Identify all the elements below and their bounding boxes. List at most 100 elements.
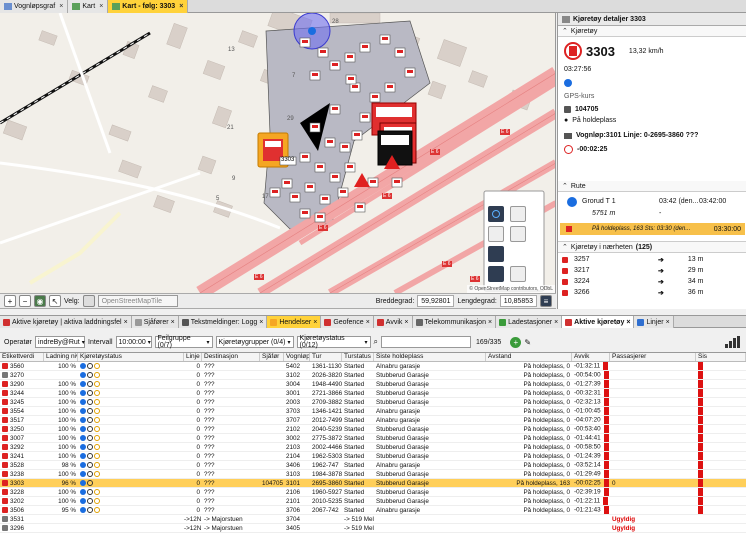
column-header[interactable]: Avstand (486, 353, 572, 361)
route-current-row[interactable]: På holdeplass, 163 Sts: 03:30 (den... 03… (560, 223, 745, 235)
table-row[interactable]: 3506 95 % 0??? 3706 2067-742 Started Alnabru g… (0, 506, 746, 515)
kjoretoystatus-select[interactable]: Kjøretøystatus (0/12) ▾ (296, 335, 371, 349)
layer-select[interactable]: OpenStreetMapTile (97, 295, 178, 307)
close-icon[interactable]: × (171, 319, 175, 326)
table-row[interactable]: 3290 100 % 0??? 3004 1948-4490 Started Stubber… (0, 380, 746, 389)
table-row[interactable]: 3292 100 % 0??? 2103 2002-4466 Started Stubber… (0, 443, 746, 452)
table-row[interactable]: 3296 ->12N-> Majorstuen 3405 -> 519 Mellom U… (0, 524, 746, 533)
table-row[interactable]: 3303 96 % 0??? 104705 3101 2695-3860 Started St… (0, 479, 746, 488)
search-input[interactable] (381, 336, 472, 348)
map-tool-panel (488, 206, 540, 282)
bottom-tab[interactable]: Linjer × (634, 316, 674, 328)
bottom-tab[interactable]: Hendelser × (267, 316, 322, 328)
bottom-tab[interactable]: Avvik × (373, 316, 413, 328)
cell-avstand: På holdeplass, 0 (486, 390, 572, 397)
chevron-up-icon[interactable]: ⌃ (562, 182, 568, 190)
chevron-up-icon[interactable]: ⌃ (562, 27, 568, 35)
close-icon[interactable]: × (179, 3, 183, 10)
close-icon[interactable]: × (626, 319, 630, 326)
column-header[interactable]: Tur (310, 353, 342, 361)
chevron-up-icon[interactable]: ⌃ (562, 243, 568, 251)
driver-id: 104705 (575, 106, 599, 113)
column-header[interactable]: Avvik (572, 353, 610, 361)
globe-button[interactable]: ◉ (34, 295, 46, 307)
close-icon[interactable]: × (404, 319, 408, 326)
layers-tool-icon[interactable] (510, 266, 526, 282)
column-header[interactable]: Destinasjon (202, 353, 260, 361)
zoom-in-button[interactable]: + (4, 295, 16, 307)
close-icon[interactable]: × (124, 319, 128, 326)
tab-vognlopsgraf[interactable]: Vognløpsgraf × (0, 0, 69, 13)
section-route[interactable]: ⌃ Rute (558, 181, 746, 192)
close-icon[interactable]: × (59, 3, 63, 10)
close-icon[interactable]: × (666, 319, 670, 326)
search-tool-icon[interactable] (510, 226, 526, 242)
nearby-row[interactable]: 3224 ➔ 34 m (562, 276, 742, 287)
column-header[interactable]: Sis (696, 353, 746, 361)
bottom-tab[interactable]: Telekommunikasjon × (412, 316, 497, 328)
table-row[interactable]: 3554 100 % 0??? 3703 1346-1421 Started Alnabru… (0, 407, 746, 416)
interval-select[interactable]: 10:00:00 ▾ (115, 336, 152, 348)
nearby-row[interactable]: 3217 ➔ 29 m (562, 265, 742, 276)
table-row[interactable]: 3238 100 % 0??? 3103 1984-3878 Started Stubber… (0, 470, 746, 479)
cell-linje: 0 (184, 480, 202, 487)
column-header[interactable]: Turstatus (342, 353, 374, 361)
bottom-tab[interactable]: Tekstmeldinger: Logg × (178, 316, 268, 328)
zoom-out-button[interactable]: − (19, 295, 31, 307)
column-header[interactable]: Linje (184, 353, 202, 361)
table-row[interactable]: 3202 100 % 0??? 2101 2010-5235 Started Stubber… (0, 497, 746, 506)
route-stop-row[interactable]: Grorud T 1 03:42 (den... 03:42:00 5751 m… (562, 194, 743, 222)
table-row[interactable]: 3244 100 % 0??? 3001 2721-3866 Started Stubber… (0, 389, 746, 398)
column-header[interactable]: Kjøretøystatus (78, 353, 184, 361)
edit-icon[interactable]: ✎ (524, 338, 531, 347)
layers-icon[interactable]: ≡ (540, 295, 552, 307)
bottom-tab[interactable]: Ladestasjoner × (496, 316, 563, 328)
tab-kart-folg[interactable]: Kart - følg: 3303 × (108, 0, 189, 13)
column-header[interactable]: Sjåfør (260, 353, 284, 361)
gps-tool-icon[interactable] (488, 266, 504, 282)
table-row[interactable]: 3270 0??? 3102 2026-3820 Started Stubberud Ga… (0, 371, 746, 380)
column-header[interactable]: Siste holdeplass (374, 353, 486, 361)
nearby-row[interactable]: 3257 ➔ 13 m (562, 254, 742, 265)
cell-text: Ugyldig (612, 524, 636, 532)
close-icon[interactable]: × (99, 3, 103, 10)
cursor-button[interactable]: ↖ (49, 295, 61, 307)
table-row[interactable]: 3531 ->12N-> Majorstuen 3704 -> 519 Mellom U… (0, 515, 746, 524)
table-row[interactable]: 3228 100 % 0??? 2106 1960-5927 Started Stubber… (0, 488, 746, 497)
table-row[interactable]: 3517 100 % 0??? 3707 2012-7499 Started Alnabru… (0, 416, 746, 425)
close-icon[interactable]: × (488, 319, 492, 326)
map-view[interactable]: 13 7 29 28 9 21 5 17 E 6 E 6 E 6 E 6 E 6… (0, 13, 556, 293)
map-canvas[interactable] (0, 13, 556, 293)
table-row[interactable]: 3560 100 % 0??? 5402 1361-1130 Started Alnabru… (0, 362, 746, 371)
section-vehicle[interactable]: ⌃ Kjøretøy (558, 26, 746, 37)
ruler-tool-icon[interactable] (488, 246, 504, 262)
bottom-tab[interactable]: Aktive kjøretøy × (562, 316, 635, 328)
bottom-tab[interactable]: Geofence × (321, 316, 374, 328)
column-header[interactable]: Etikettverdi (0, 353, 44, 361)
operator-select[interactable]: indreBy@Rut ▾ (35, 336, 86, 348)
circle-tool-icon[interactable] (488, 206, 504, 222)
feilgruppe-select[interactable]: Feilgruppe (0/7) ▾ (154, 335, 213, 349)
close-icon[interactable]: × (554, 319, 558, 326)
bottom-tab[interactable]: Aktive kjøretøy | aktiva laddningsfel × (0, 316, 132, 328)
tab-kart[interactable]: Kart × (68, 0, 109, 13)
add-icon[interactable]: + (510, 336, 522, 348)
point-tool-icon[interactable] (510, 206, 526, 222)
kjoretoygrupper-select[interactable]: Kjøretøygrupper (0/4) ▾ (215, 336, 294, 348)
section-nearby[interactable]: ⌃ Kjøretøy i nærheten (125) (558, 242, 746, 253)
table-row[interactable]: 3245 100 % 0??? 2003 2709-3882 Started Stubber… (0, 398, 746, 407)
table-row[interactable]: 3241 100 % 0??? 2104 1962-5303 Started Stubber… (0, 452, 746, 461)
column-header[interactable]: Vognløp (284, 353, 310, 361)
column-header[interactable]: Passasjerer (610, 353, 696, 361)
table-row[interactable]: 3007 100 % 0??? 3002 2775-3872 Started Stubber… (0, 434, 746, 443)
polygon-tool-icon[interactable] (488, 226, 504, 242)
select-layer-button[interactable] (82, 295, 95, 307)
table-row[interactable]: 3250 100 % 0??? 2102 2040-5239 Started Stubber… (0, 425, 746, 434)
table-row[interactable]: 3528 98 % 0??? 3406 1962-747 Started Alnabru g… (0, 461, 746, 470)
column-header[interactable]: Ladning nivå (44, 353, 78, 361)
close-icon[interactable]: × (366, 319, 370, 326)
nearby-row[interactable]: 3266 ➔ 36 m (562, 287, 742, 298)
close-icon[interactable]: × (259, 319, 263, 326)
bottom-tab[interactable]: Sjåfører × (131, 316, 179, 328)
close-icon[interactable]: × (313, 319, 317, 326)
